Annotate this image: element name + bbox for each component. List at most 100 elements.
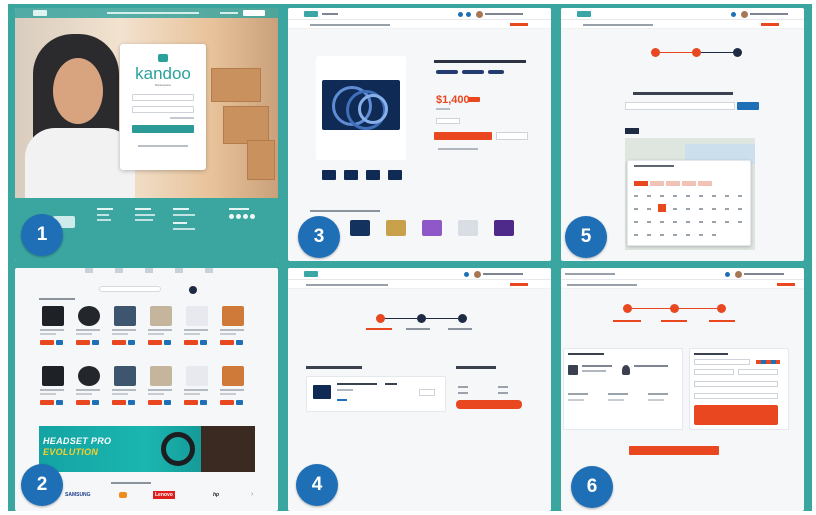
user-name[interactable] [485, 13, 523, 15]
nav-links[interactable] [107, 12, 199, 14]
user-avatar-icon[interactable] [741, 11, 748, 18]
category-icons-row[interactable] [85, 268, 215, 273]
remove-link[interactable] [337, 399, 347, 401]
product-card[interactable] [183, 366, 211, 410]
product-card[interactable] [111, 366, 139, 410]
related-product[interactable] [494, 220, 514, 236]
cart-icon[interactable] [777, 283, 795, 286]
cardholder-field[interactable] [694, 381, 778, 387]
location-search-input[interactable] [625, 102, 735, 110]
user-name[interactable] [483, 273, 523, 275]
product-card[interactable] [147, 366, 175, 410]
user-avatar-icon[interactable] [474, 271, 481, 278]
related-product[interactable] [350, 220, 370, 236]
quantity-stepper[interactable] [419, 389, 435, 396]
related-product[interactable] [458, 220, 478, 236]
calendar-popup[interactable] [627, 160, 751, 246]
register-prompt[interactable] [138, 145, 188, 147]
product-card[interactable] [75, 366, 103, 410]
product-thumbnail[interactable] [366, 170, 380, 180]
cart-item[interactable] [306, 376, 446, 412]
product-card[interactable] [147, 306, 175, 350]
product-card[interactable] [39, 306, 67, 350]
user-avatar-icon[interactable] [189, 286, 197, 294]
promo-banner[interactable]: HEADSET PRO EVOLUTION [39, 426, 255, 472]
password-field[interactable] [132, 106, 194, 113]
variant-chip[interactable] [436, 70, 458, 74]
shipping-method-card[interactable] [563, 348, 683, 430]
social-icon[interactable] [229, 214, 234, 219]
time-slot-row[interactable] [634, 208, 746, 210]
variant-chip[interactable] [488, 70, 504, 74]
product-card[interactable] [75, 306, 103, 350]
time-slot-row[interactable] [634, 221, 746, 223]
time-slot-row[interactable] [634, 234, 720, 236]
add-to-cart-button[interactable] [434, 132, 492, 140]
date-tab[interactable] [698, 181, 712, 186]
kandoo-logo-icon[interactable] [577, 11, 591, 17]
submit-button[interactable] [132, 125, 194, 133]
product-card[interactable] [183, 306, 211, 350]
footer-link[interactable] [135, 214, 155, 216]
chevron-right-icon[interactable]: › [251, 491, 253, 498]
social-icon[interactable] [250, 214, 255, 219]
payment-form-card[interactable] [689, 348, 789, 430]
user-avatar-icon[interactable] [735, 271, 742, 278]
notification-icon[interactable] [725, 272, 730, 277]
footer-link[interactable] [173, 228, 195, 230]
card-number-field[interactable] [694, 359, 750, 365]
search-input[interactable] [99, 286, 161, 292]
category-links[interactable] [583, 24, 653, 26]
forgot-password-link[interactable] [170, 117, 194, 119]
date-tab[interactable] [650, 181, 664, 186]
product-card[interactable] [39, 366, 67, 410]
filter-tab[interactable] [625, 128, 639, 134]
cvv-field[interactable] [738, 369, 778, 375]
brand-logo[interactable]: SAMSUNG [65, 492, 91, 498]
date-tab[interactable] [666, 181, 680, 186]
quantity-stepper[interactable] [436, 118, 460, 124]
kandoo-logo-icon[interactable] [304, 271, 318, 277]
settings-icon[interactable] [466, 12, 471, 17]
cart-icon[interactable] [510, 283, 528, 286]
brand-logo[interactable] [119, 492, 127, 498]
category-links[interactable] [567, 284, 637, 286]
notification-icon[interactable] [458, 12, 463, 17]
product-thumbnail[interactable] [344, 170, 358, 180]
user-name[interactable] [750, 13, 788, 15]
category-links[interactable] [565, 273, 615, 275]
variant-chip[interactable] [462, 70, 484, 74]
category-links[interactable] [310, 24, 390, 26]
brand-logo[interactable]: hp [213, 492, 219, 498]
email-field[interactable] [132, 94, 194, 101]
footer-link[interactable] [173, 214, 195, 216]
brand-logo[interactable]: Lenovo [153, 491, 175, 499]
add-to-wishlist-button[interactable] [496, 132, 528, 140]
register-link[interactable] [220, 12, 238, 14]
related-product[interactable] [386, 220, 406, 236]
cart-icon[interactable] [510, 23, 528, 26]
category-links[interactable] [306, 284, 388, 286]
date-tab[interactable] [682, 181, 696, 186]
footer-link[interactable] [135, 219, 153, 221]
checkout-button[interactable] [456, 400, 522, 409]
product-thumbnail[interactable] [322, 170, 336, 180]
related-product[interactable] [422, 220, 442, 236]
product-thumbnail[interactable] [388, 170, 402, 180]
product-card[interactable] [219, 306, 247, 350]
user-name[interactable] [744, 273, 784, 275]
description-tabs[interactable] [438, 148, 478, 150]
selected-time-slot[interactable] [658, 204, 666, 212]
pay-now-button[interactable] [629, 446, 719, 455]
cart-icon[interactable] [761, 23, 779, 26]
footer-link[interactable] [97, 214, 109, 216]
search-button[interactable] [737, 102, 759, 110]
notification-icon[interactable] [731, 12, 736, 17]
login-button[interactable] [243, 10, 265, 16]
social-icon[interactable] [236, 214, 241, 219]
kandoo-logo-icon[interactable] [304, 11, 318, 17]
user-avatar-icon[interactable] [476, 11, 483, 18]
product-card[interactable] [219, 366, 247, 410]
installments-select[interactable] [694, 393, 778, 399]
social-icon[interactable] [243, 214, 248, 219]
